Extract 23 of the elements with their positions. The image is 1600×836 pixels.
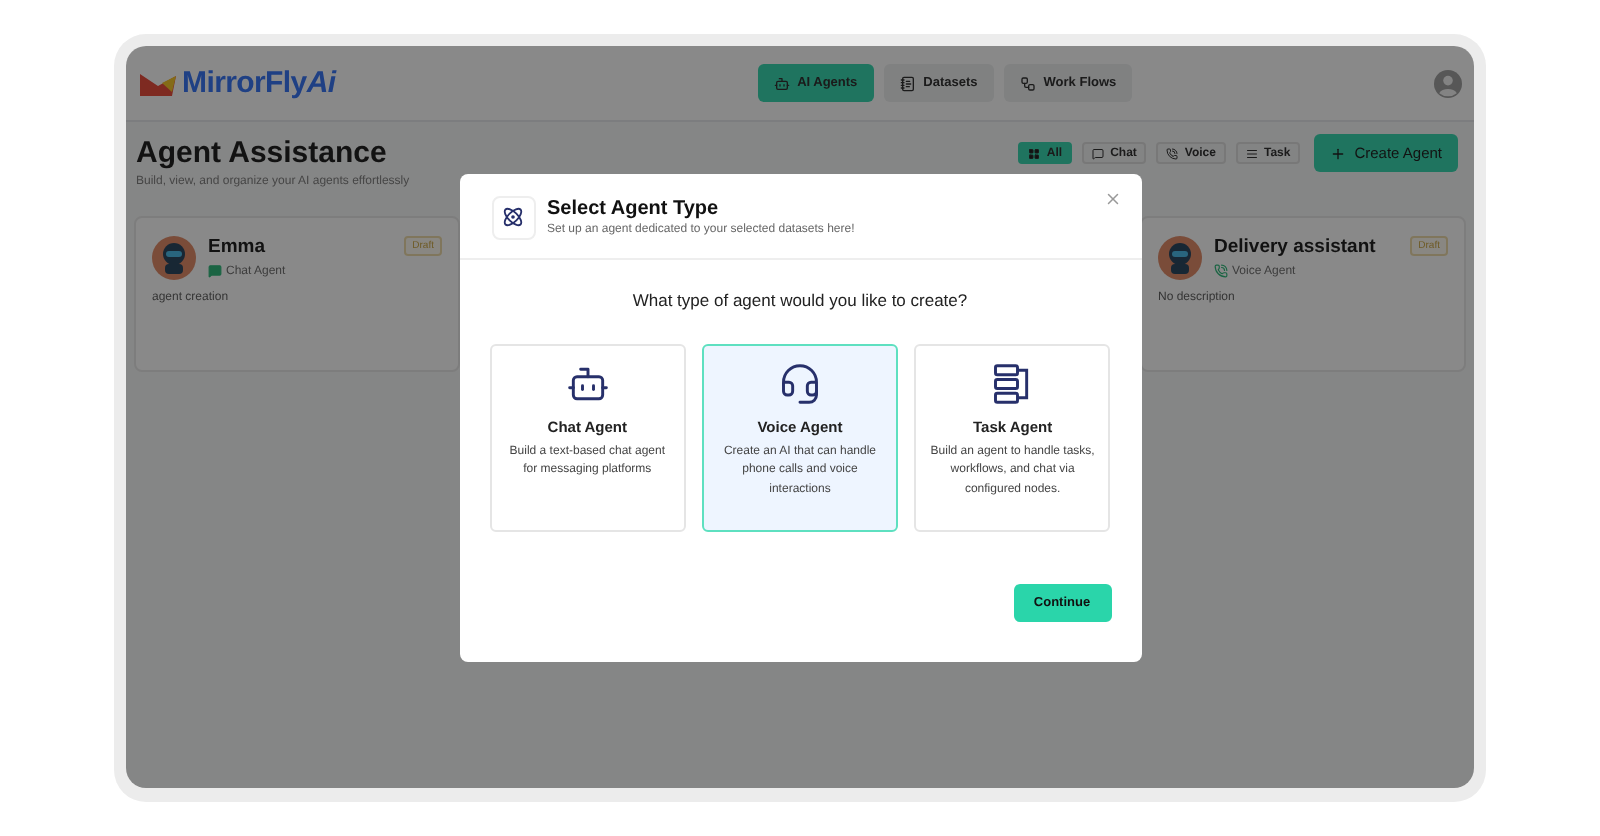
logo-icon bbox=[140, 71, 176, 95]
robot-avatar-icon bbox=[152, 236, 196, 280]
dialog-title: Select Agent Type bbox=[547, 198, 721, 220]
list-icon bbox=[1245, 147, 1258, 159]
headset-icon bbox=[777, 361, 822, 405]
agent-name: Delivery assistant bbox=[1214, 236, 1378, 258]
robot-icon bbox=[773, 75, 790, 91]
atom-icon bbox=[502, 206, 524, 228]
workflow-icon bbox=[1019, 75, 1036, 91]
dialog-question: What type of agent would you like to create? bbox=[630, 289, 970, 309]
chat-icon bbox=[1092, 147, 1105, 159]
close-button[interactable] bbox=[1103, 189, 1121, 207]
robot-avatar-icon bbox=[1158, 236, 1202, 280]
chat-icon bbox=[208, 264, 222, 278]
agent-name: Emma bbox=[208, 236, 268, 258]
user-avatar-icon[interactable] bbox=[1433, 69, 1462, 97]
page-title: Agent Assistance bbox=[136, 136, 389, 170]
plus-icon bbox=[1330, 145, 1347, 161]
notebook-icon bbox=[899, 75, 916, 91]
phone-icon bbox=[1166, 147, 1179, 159]
phone-icon bbox=[1214, 264, 1228, 278]
brand-name: MirrorFlyAi bbox=[182, 66, 336, 100]
grid-icon bbox=[1028, 147, 1041, 159]
